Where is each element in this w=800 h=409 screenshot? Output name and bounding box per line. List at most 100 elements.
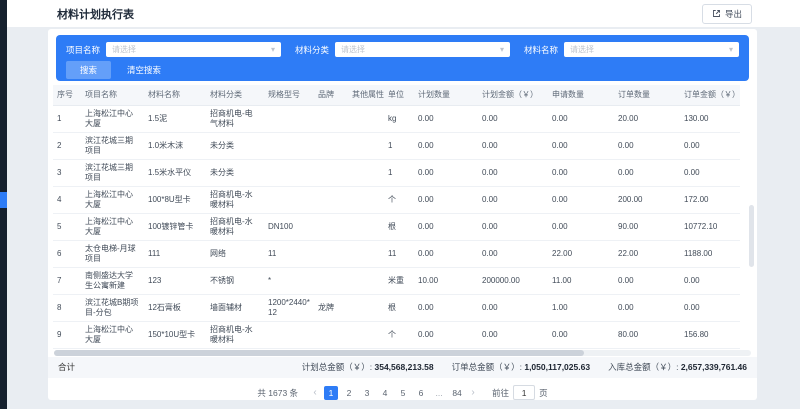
table-cell	[314, 132, 348, 159]
goto-label: 前往	[492, 387, 509, 399]
table-cell: 招商机电-水暖材料	[206, 321, 264, 348]
table-cell: 上海松江中心大厦	[81, 213, 144, 240]
goto-page: 前往 页	[492, 385, 548, 400]
table-cell: 10772.10	[680, 213, 740, 240]
chevron-down-icon: ▾	[729, 46, 733, 54]
table-cell: 0.00	[478, 159, 548, 186]
column-header: 其他属性	[348, 85, 384, 105]
page-button-5[interactable]: 5	[396, 386, 410, 400]
material-category-select[interactable]: 请选择 ▾	[335, 42, 510, 57]
table-cell: 1.5米水平仪	[144, 159, 206, 186]
horizontal-scrollbar-thumb[interactable]	[54, 350, 584, 356]
totals-items: 计划总金额（￥）: 354,568,213.58 订单总金额（￥）: 1,050…	[302, 361, 747, 373]
table-cell: 0.00	[414, 132, 478, 159]
select-placeholder: 请选择	[570, 44, 729, 55]
vertical-scrollbar-thumb[interactable]	[749, 205, 754, 267]
filter-group-material: 材料名称 请选择 ▾	[524, 42, 739, 57]
table-cell: 滨江花城三期项目	[81, 159, 144, 186]
table-cell: 111	[144, 240, 206, 267]
export-label: 导出	[725, 8, 742, 20]
table-cell: 招商机电-水暖材料	[206, 213, 264, 240]
table-cell: 0.00	[414, 294, 478, 321]
table-cell: 1	[384, 159, 414, 186]
totals-row: 合计 计划总金额（￥）: 354,568,213.58 订单总金额（￥）: 1,…	[48, 357, 757, 378]
table-cell: 墙面辅材	[206, 294, 264, 321]
table-cell: 130.00	[680, 105, 740, 132]
screen: 材料计划执行表 导出 项目名称 请选择 ▾	[0, 0, 800, 409]
material-name-select[interactable]: 请选择 ▾	[564, 42, 739, 57]
prev-page-button[interactable]: ‹	[308, 386, 322, 400]
next-page-button[interactable]: ›	[466, 386, 480, 400]
search-button[interactable]: 搜索	[66, 61, 111, 79]
pagination-ellipsis: ...	[432, 386, 446, 400]
table-cell: 156.80	[680, 321, 740, 348]
table-cell: 上海松江中心大厦	[81, 105, 144, 132]
horizontal-scrollbar[interactable]	[54, 350, 751, 356]
clear-search-link[interactable]: 清空搜索	[127, 64, 161, 76]
page-button-6[interactable]: 6	[414, 386, 428, 400]
page-button-2[interactable]: 2	[342, 386, 356, 400]
table-cell: 9	[53, 321, 81, 348]
table-cell: 100镀锌管卡	[144, 213, 206, 240]
table-cell: 10.00	[414, 267, 478, 294]
table-cell: 南侧盛达大学生公寓新建	[81, 267, 144, 294]
vertical-scrollbar[interactable]	[749, 107, 754, 347]
project-name-select[interactable]: 请选择 ▾	[106, 42, 281, 57]
pagination: 共 1673 条 ‹ 123456...84 › 前往 页	[48, 381, 757, 401]
filter-group-project: 项目名称 请选择 ▾	[66, 42, 281, 57]
table-cell	[348, 267, 384, 294]
filter-group-category: 材料分类 请选择 ▾	[295, 42, 510, 57]
table-cell	[264, 159, 314, 186]
table-cell: 0.00	[414, 186, 478, 213]
table-cell: kg	[384, 105, 414, 132]
column-header: 申请数量	[548, 85, 614, 105]
page-button-4[interactable]: 4	[378, 386, 392, 400]
project-name-label: 项目名称	[66, 44, 100, 56]
sidebar-expand-handle[interactable]	[0, 192, 7, 208]
column-header: 材料分类	[206, 85, 264, 105]
table-row: 6太仓电梯-月球项目111网络11110.000.0022.0022.00118…	[53, 240, 740, 267]
page-button-84[interactable]: 84	[450, 386, 464, 400]
table-cell	[348, 186, 384, 213]
table-cell	[348, 105, 384, 132]
table-cell: 1	[53, 105, 81, 132]
page-buttons: 123456... 84	[324, 386, 464, 400]
export-button[interactable]: 导出	[702, 4, 752, 24]
column-header: 序号	[53, 85, 81, 105]
table-cell: 11	[264, 240, 314, 267]
table-cell	[264, 105, 314, 132]
table-cell	[264, 132, 314, 159]
page-button-1[interactable]: 1	[324, 386, 338, 400]
table-cell: 1.00	[548, 294, 614, 321]
page-button-3[interactable]: 3	[360, 386, 374, 400]
table-cell: 未分类	[206, 132, 264, 159]
table-cell: 3	[53, 159, 81, 186]
table-cell	[348, 132, 384, 159]
column-header: 计划数量	[414, 85, 478, 105]
table-cell: 11.00	[548, 267, 614, 294]
table-cell: 根	[384, 213, 414, 240]
table-header-row: 序号项目名称材料名称材料分类规格型号品牌其他属性单位计划数量计划金额（￥）申请数…	[53, 85, 740, 105]
table-cell: 22.00	[614, 240, 680, 267]
table-cell: 0.00	[478, 186, 548, 213]
table-cell: 7	[53, 267, 81, 294]
goto-page-input[interactable]	[513, 385, 535, 400]
material-category-label: 材料分类	[295, 44, 329, 56]
order-total-value: 1,050,117,025.63	[524, 362, 590, 372]
table-cell: 上海松江中心大厦	[81, 321, 144, 348]
column-header: 订单金额（￥）	[680, 85, 740, 105]
planned-total-label: 计划总金额（￥）:	[302, 362, 372, 372]
table-cell: 150*10U型卡	[144, 321, 206, 348]
table-cell	[264, 186, 314, 213]
table-row: 9上海松江中心大厦150*10U型卡招商机电-水暖材料个0.000.000.00…	[53, 321, 740, 348]
table-cell: 200000.00	[478, 267, 548, 294]
chevron-down-icon: ▾	[500, 46, 504, 54]
table-cell: 0.00	[478, 294, 548, 321]
inbound-total-value: 2,657,339,761.46	[681, 362, 747, 372]
order-total: 订单总金额（￥）: 1,050,117,025.63	[452, 361, 590, 373]
table-cell: 22.00	[548, 240, 614, 267]
collapsed-sidebar[interactable]	[0, 0, 7, 409]
export-icon	[712, 9, 721, 18]
table-cell: 招商机电-水暖材料	[206, 186, 264, 213]
table-cell: 0.00	[680, 159, 740, 186]
